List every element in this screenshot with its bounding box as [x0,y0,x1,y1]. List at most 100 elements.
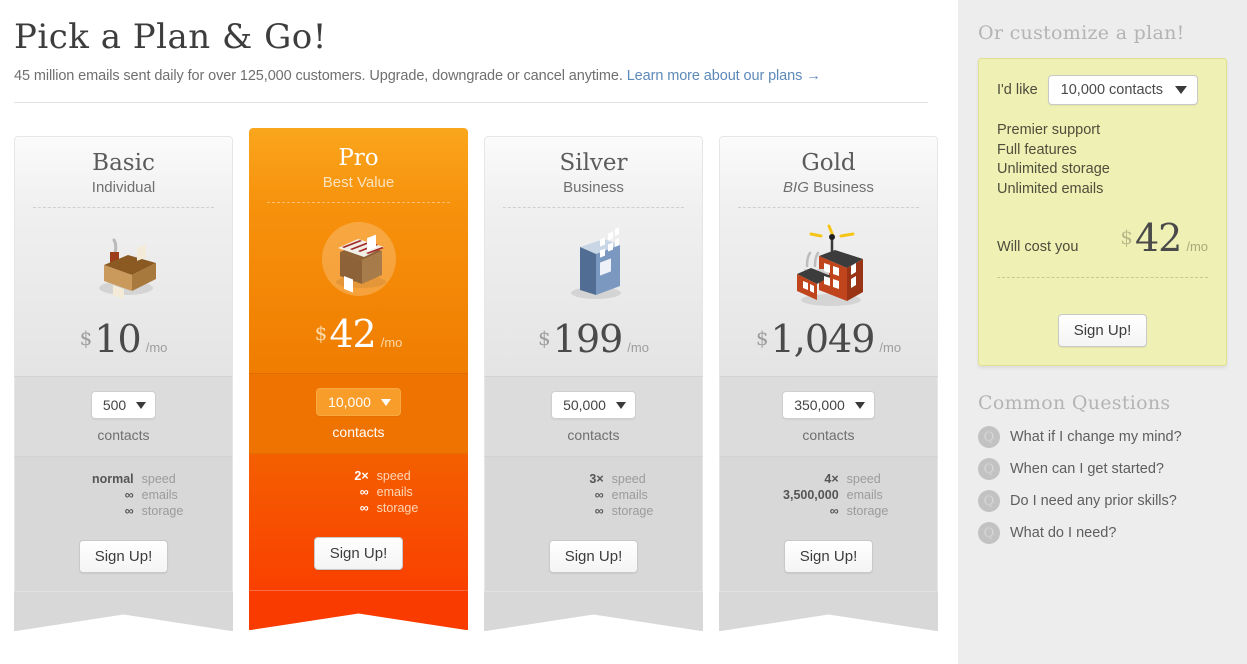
plan-cards: Basic Individual $ 10 /mo 500 contacts n… [14,128,944,632]
plan-subtitle-text: Business [563,179,624,197]
sidebar: Or customize a plan! I'd like 10,000 con… [958,0,1247,664]
feature-label: speed [846,472,881,487]
feature-label: emails [141,488,178,503]
chevron-down-icon [615,401,626,409]
plan-contacts-section-silver: 50,000 contacts [484,376,703,458]
feature-value: normal [91,472,134,487]
feature-value: ∞ [124,488,134,503]
feature-value: ∞ [359,485,369,500]
feature-value: 3,500,000 [783,488,839,503]
signup-button[interactable]: Sign Up! [548,540,639,574]
plan-card-basic[interactable]: Basic Individual $ 10 /mo 500 contacts n… [14,136,233,632]
plan-card-silver[interactable]: Silver Business $ 199 /mo 50,000 contact… [484,136,703,632]
plan-name: Basic [92,150,155,176]
plan-card-pro[interactable]: Pro Best Value $ 42 /mo 10,000 contacts … [249,128,468,631]
learn-more-link[interactable]: Learn more about our plans → [627,68,821,84]
ild-like-label: I'd like [997,82,1038,98]
feature-list: 4× speed 3,500,000 emails ∞ storage [769,471,889,519]
feature-label: emails [611,488,648,503]
contacts-dropdown[interactable]: 50,000 [551,391,636,420]
faq-title: Common Questions [978,392,1171,414]
plan-subtitle-text: Individual [91,179,156,197]
feature-row: ∞ storage [299,500,419,516]
feature-list: normal speed ∞ emails ∞ storage [64,471,184,519]
plan-contacts-section-gold: 350,000 contacts [719,376,938,458]
faq-item[interactable]: Q When can I get started? [978,458,1227,480]
plan-card-gold[interactable]: Gold BIG Business $ 1,049 /mo 350,000 co… [719,136,938,632]
price-amount: 1,049 [770,317,876,362]
customize-contacts-dropdown[interactable]: 10,000 contacts [1047,75,1199,105]
plan-name: Pro [338,145,379,171]
feature-value: 3× [589,472,604,487]
plan-contacts-section-pro: 10,000 contacts [249,373,468,455]
feature-label: emails [376,485,413,500]
list-item: Unlimited emails [997,180,1104,197]
office-building-icon [485,208,702,320]
customize-feature-list: Premier support Full features Unlimited … [997,121,1208,199]
signup-button[interactable]: Sign Up! [783,540,874,574]
list-item: Premier support [997,122,1101,138]
contacts-dropdown[interactable]: 10,000 [316,388,401,417]
chevron-down-icon [854,401,865,409]
feature-row: ∞ emails [64,487,184,503]
contacts-label: contacts [332,424,385,441]
contacts-label: contacts [567,427,620,444]
feature-value: ∞ [829,504,839,519]
currency-symbol: $ [79,326,93,351]
feature-row: normal speed [64,471,184,487]
plan-name: Silver [559,150,628,176]
shop-awning-icon [249,203,468,315]
plan-price-section-silver: $ 199 /mo [484,208,703,377]
subtitle-text: 45 million emails sent daily for over 12… [14,68,623,85]
card-ribbon-bottom [484,591,703,632]
price-period: /mo [1186,239,1208,254]
contacts-dropdown-value: 10,000 [328,394,371,411]
feature-label: storage [846,504,889,519]
page-subtitle: 45 million emails sent daily for over 12… [14,68,958,84]
plan-subtitle-prefix: BIG [783,179,809,197]
faq-list: Q What if I change my mind? Q When can I… [978,426,1227,544]
plan-price: $ 1,049 /mo [720,320,937,358]
plan-subtitle: Best Value [265,174,452,191]
feature-row: ∞ storage [769,503,889,519]
card-ribbon-bottom [14,591,233,632]
price-period: /mo [380,335,403,351]
factory-icon [720,208,937,320]
contacts-label: contacts [802,427,855,444]
feature-row: 3× speed [534,471,654,487]
signup-button[interactable]: Sign Up! [78,540,169,574]
feature-row: ∞ emails [534,487,654,503]
plan-features-section-gold: 4× speed 3,500,000 emails ∞ storage Sign… [719,457,938,592]
customize-signup-wrap: Sign Up! [997,294,1208,347]
plan-price-section-basic: $ 10 /mo [14,208,233,377]
price-period: /mo [879,340,902,356]
plan-price: $ 10 /mo [15,320,232,358]
faq-item[interactable]: Q What do I need? [978,522,1227,544]
feature-label: speed [611,472,646,487]
plan-features-section-basic: normal speed ∞ emails ∞ storage Sign Up! [14,457,233,592]
ribbon-fill [719,591,938,632]
feature-value: 2× [354,469,369,484]
question-icon: Q [978,490,1000,512]
price-amount: 42 [329,312,376,357]
plan-header-basic: Basic Individual [14,136,233,209]
faq-text: What if I change my mind? [1010,429,1182,445]
contacts-dropdown[interactable]: 350,000 [782,391,875,420]
price-period: /mo [627,340,649,356]
faq-text: When can I get started? [1010,461,1164,477]
plan-price: $ 42 /mo [249,315,468,353]
customize-signup-button[interactable]: Sign Up! [1057,314,1148,347]
faq-item[interactable]: Q Do I need any prior skills? [978,490,1227,512]
feature-value: ∞ [594,488,604,503]
feature-value: ∞ [594,504,604,519]
feature-label: storage [141,504,184,519]
currency-symbol: $ [314,321,328,346]
faq-item[interactable]: Q What if I change my mind? [978,426,1227,448]
plan-header-pro: Pro Best Value [249,128,468,204]
feature-label: speed [376,469,411,484]
signup-button[interactable]: Sign Up! [313,537,404,571]
contacts-dropdown[interactable]: 500 [90,391,157,420]
cost-label: Will cost you [997,239,1079,255]
chevron-down-icon [1175,86,1188,94]
currency-symbol: $ [538,326,551,351]
